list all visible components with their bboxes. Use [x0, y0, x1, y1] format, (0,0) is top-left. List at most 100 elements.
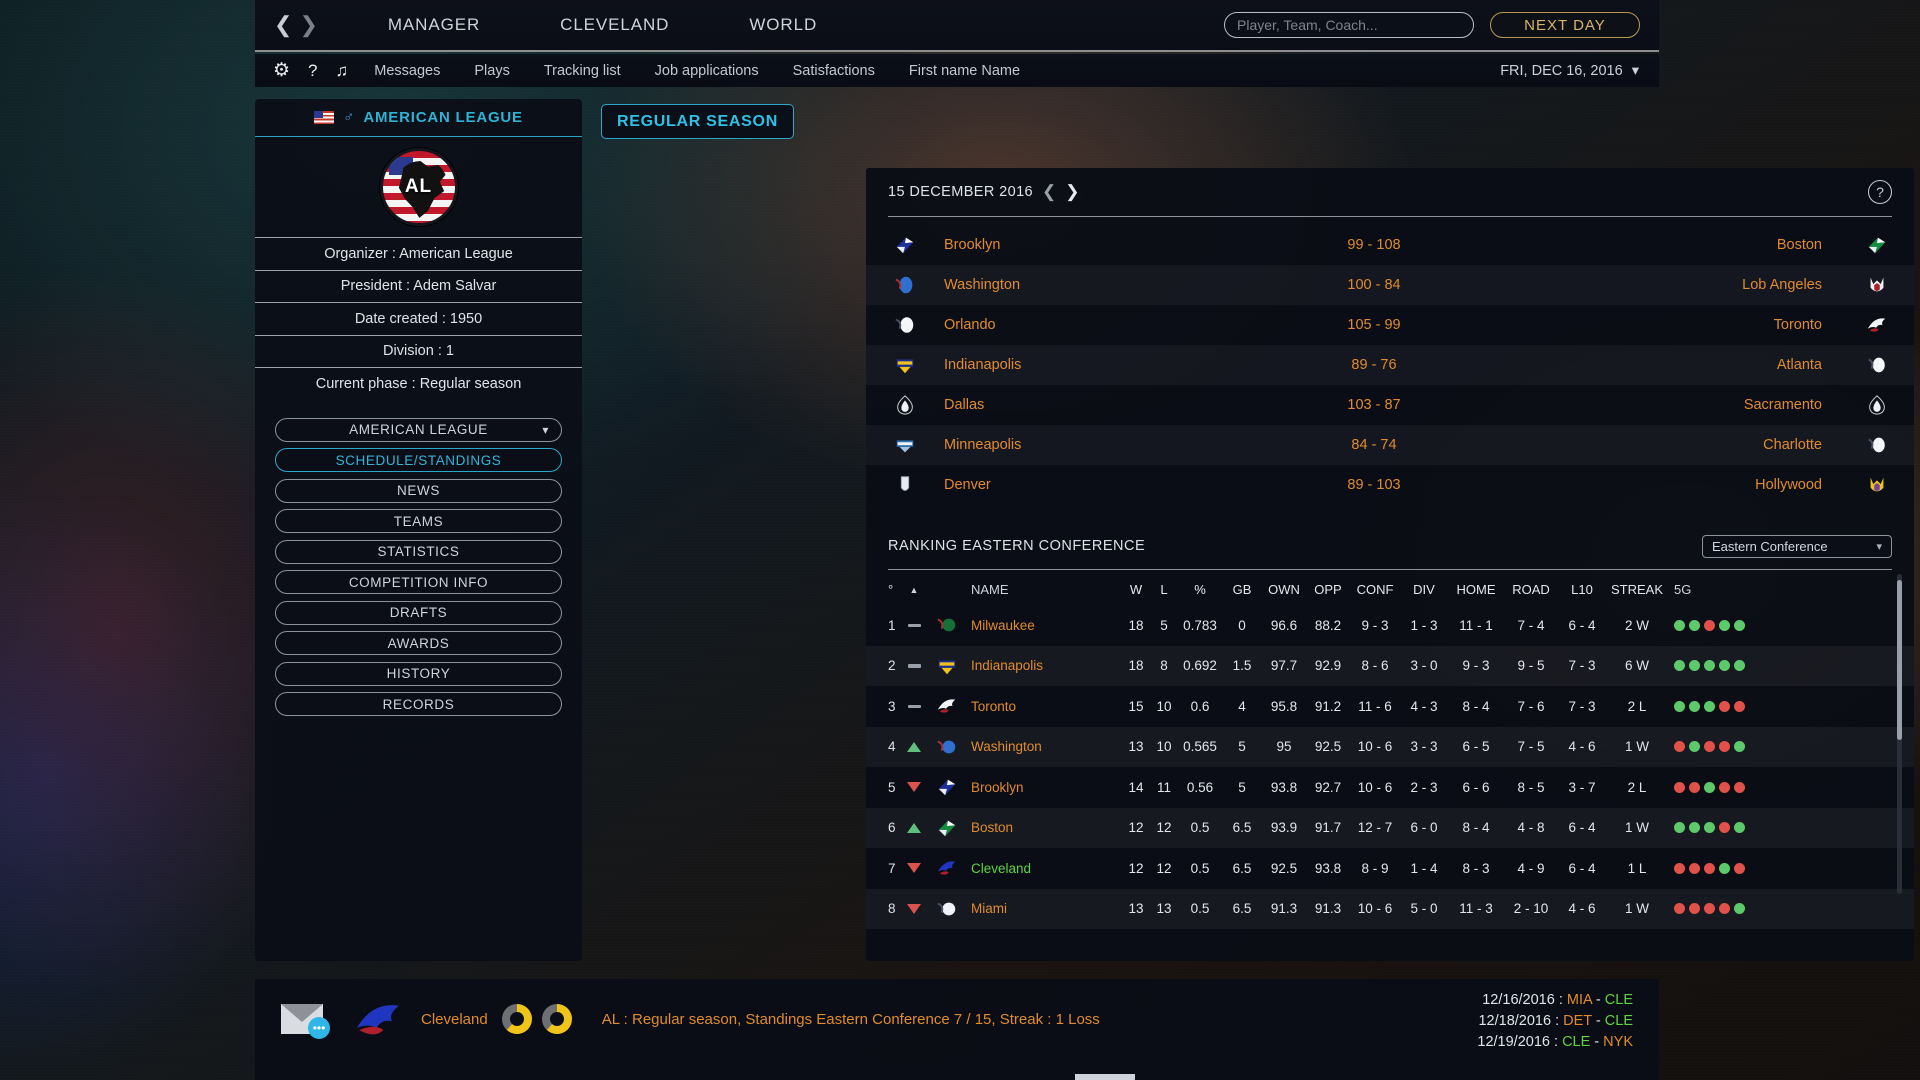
table-row[interactable]: 4 Washington 13 10 0.565 5 95 92.5 10 - … [866, 727, 1914, 768]
conference-select[interactable]: Eastern Conference ▾ [1702, 535, 1892, 558]
col-header-trend[interactable]: ▲ [896, 585, 932, 595]
col-header-l10[interactable]: L10 [1558, 582, 1606, 597]
sidebar-item-records[interactable]: RECORDS [275, 692, 562, 716]
table-row[interactable]: 7 Cleveland 12 12 0.5 6.5 92.5 93.8 8 - … [866, 848, 1914, 889]
col-header-name[interactable]: NAME [962, 582, 1122, 597]
home-team-name[interactable]: Indianapolis [944, 357, 1274, 373]
standings-scrollbar[interactable] [1897, 574, 1902, 894]
stat-div: 1 - 4 [1400, 861, 1448, 876]
col-header-home[interactable]: HOME [1448, 582, 1504, 597]
sidebar-item-awards[interactable]: AWARDS [275, 631, 562, 655]
team-name[interactable]: Indianapolis [962, 658, 1122, 673]
col-header-streak[interactable]: STREAK [1606, 582, 1668, 597]
help-circle-icon[interactable]: ? [1868, 180, 1892, 204]
schedule-prev-icon[interactable]: ❮ [1042, 182, 1056, 202]
col-header-opp[interactable]: OPP [1306, 582, 1350, 597]
toolbar-item-plays[interactable]: Plays [474, 63, 509, 79]
table-row[interactable]: 2 Indianapolis 18 8 0.692 1.5 97.7 92.9 … [866, 646, 1914, 687]
tab-regular-season[interactable]: REGULAR SEASON [601, 104, 794, 139]
game-row[interactable]: Brooklyn 99 - 108 Boston [866, 225, 1914, 265]
col-header-position[interactable]: ° [866, 582, 896, 597]
toolbar-item-profile-name[interactable]: First name Name [909, 63, 1020, 79]
header-tab-cleveland[interactable]: CLEVELAND [560, 15, 669, 35]
col-header-own[interactable]: OWN [1262, 582, 1306, 597]
current-date-dropdown[interactable]: FRI, DEC 16, 2016 ▾ [1500, 63, 1639, 79]
my-team-logo-icon[interactable] [351, 997, 407, 1041]
sidebar-item-competition-info[interactable]: COMPETITION INFO [275, 570, 562, 594]
sidebar-item-schedule-standings[interactable]: SCHEDULE/STANDINGS [275, 448, 562, 472]
away-team-name[interactable]: Hollywood [1474, 477, 1840, 493]
nav-forward-icon[interactable]: ❯ [299, 14, 317, 36]
game-row[interactable]: Washington 100 - 84 Lob Angeles [866, 265, 1914, 305]
home-team-name[interactable]: Denver [944, 477, 1274, 493]
nav-back-icon[interactable]: ❮ [274, 14, 292, 36]
home-team-name[interactable]: Washington [944, 277, 1274, 293]
schedule-next-icon[interactable]: ❯ [1065, 182, 1079, 202]
help-icon[interactable]: ? [308, 61, 317, 81]
away-team-name[interactable]: Charlotte [1474, 437, 1840, 453]
game-row[interactable]: Denver 89 - 103 Hollywood [866, 465, 1914, 505]
toolbar-item-job-applications[interactable]: Job applications [655, 63, 759, 79]
music-note-icon[interactable]: ♫ [336, 61, 349, 81]
toolbar-item-tracking-list[interactable]: Tracking list [544, 63, 621, 79]
team-name[interactable]: Milwaukee [962, 618, 1122, 633]
stat-w: 13 [1122, 739, 1150, 754]
next-day-button[interactable]: NEXT DAY [1490, 12, 1640, 38]
home-team-logo-icon [866, 474, 944, 496]
team-name[interactable]: Boston [962, 820, 1122, 835]
home-team-name[interactable]: Dallas [944, 397, 1274, 413]
team-name[interactable]: Washington [962, 739, 1122, 754]
league-crest-icon: AL [380, 148, 458, 226]
toolbar-item-satisfactions[interactable]: Satisfactions [793, 63, 875, 79]
league-select-dropdown[interactable]: AMERICAN LEAGUE ▾ [275, 418, 562, 442]
gear-icon[interactable]: ⚙ [273, 59, 290, 82]
search-input[interactable] [1224, 12, 1474, 38]
sidebar-item-history[interactable]: HISTORY [275, 662, 562, 686]
home-team-name[interactable]: Orlando [944, 317, 1274, 333]
away-team-name[interactable]: Sacramento [1474, 397, 1840, 413]
team-name[interactable]: Brooklyn [962, 780, 1122, 795]
fixture-row[interactable]: 12/19/2016 : CLE - NYK [1477, 1034, 1633, 1050]
sidebar-item-drafts[interactable]: DRAFTS [275, 601, 562, 625]
col-header-l[interactable]: L [1150, 582, 1178, 597]
table-row[interactable]: 6 Boston 12 12 0.5 6.5 93.9 91.7 12 - 7 … [866, 808, 1914, 849]
col-header-5g[interactable]: 5G [1668, 582, 1758, 597]
table-row[interactable]: 5 Brooklyn 14 11 0.56 5 93.8 92.7 10 - 6… [866, 767, 1914, 808]
col-header-gb[interactable]: GB [1222, 582, 1262, 597]
trend-up-icon [896, 742, 932, 752]
table-row[interactable]: 1 Milwaukee 18 5 0.783 0 96.6 88.2 9 - 3… [866, 605, 1914, 646]
header-tab-manager[interactable]: MANAGER [388, 15, 480, 35]
away-team-name[interactable]: Boston [1474, 237, 1840, 253]
fixture-row[interactable]: 12/18/2016 : DET - CLE [1477, 1013, 1633, 1029]
col-header-road[interactable]: ROAD [1504, 582, 1558, 597]
team-name[interactable]: Toronto [962, 699, 1122, 714]
stat-l10: 6 - 4 [1558, 861, 1606, 876]
game-row[interactable]: Orlando 105 - 99 Toronto [866, 305, 1914, 345]
away-team-name[interactable]: Atlanta [1474, 357, 1840, 373]
fixture-row[interactable]: 12/16/2016 : MIA - CLE [1477, 992, 1633, 1008]
col-header-div[interactable]: DIV [1400, 582, 1448, 597]
mail-icon[interactable]: ••• [281, 1004, 323, 1034]
toolbar-item-messages[interactable]: Messages [374, 63, 440, 79]
my-team-name[interactable]: Cleveland [421, 1011, 488, 1028]
sidebar-item-statistics[interactable]: STATISTICS [275, 540, 562, 564]
header-tab-world[interactable]: WORLD [749, 15, 817, 35]
away-team-name[interactable]: Toronto [1474, 317, 1840, 333]
home-team-name[interactable]: Brooklyn [944, 237, 1274, 253]
col-header-w[interactable]: W [1122, 582, 1150, 597]
trend-up-icon [896, 823, 932, 833]
sidebar-item-news[interactable]: NEWS [275, 479, 562, 503]
table-row[interactable]: 8 Miami 13 13 0.5 6.5 91.3 91.3 10 - 6 5… [866, 889, 1914, 930]
table-row[interactable]: 3 Toronto 15 10 0.6 4 95.8 91.2 11 - 6 4… [866, 686, 1914, 727]
sidebar-item-teams[interactable]: TEAMS [275, 509, 562, 533]
game-row[interactable]: Indianapolis 89 - 76 Atlanta [866, 345, 1914, 385]
game-row[interactable]: Minneapolis 84 - 74 Charlotte [866, 425, 1914, 465]
col-header-pct[interactable]: % [1178, 582, 1222, 597]
away-team-name[interactable]: Lob Angeles [1474, 277, 1840, 293]
team-name[interactable]: Miami [962, 901, 1122, 916]
col-header-conf[interactable]: CONF [1350, 582, 1400, 597]
stat-opp: 88.2 [1306, 618, 1350, 633]
home-team-name[interactable]: Minneapolis [944, 437, 1274, 453]
game-row[interactable]: Dallas 103 - 87 Sacramento [866, 385, 1914, 425]
team-name[interactable]: Cleveland [962, 861, 1122, 876]
